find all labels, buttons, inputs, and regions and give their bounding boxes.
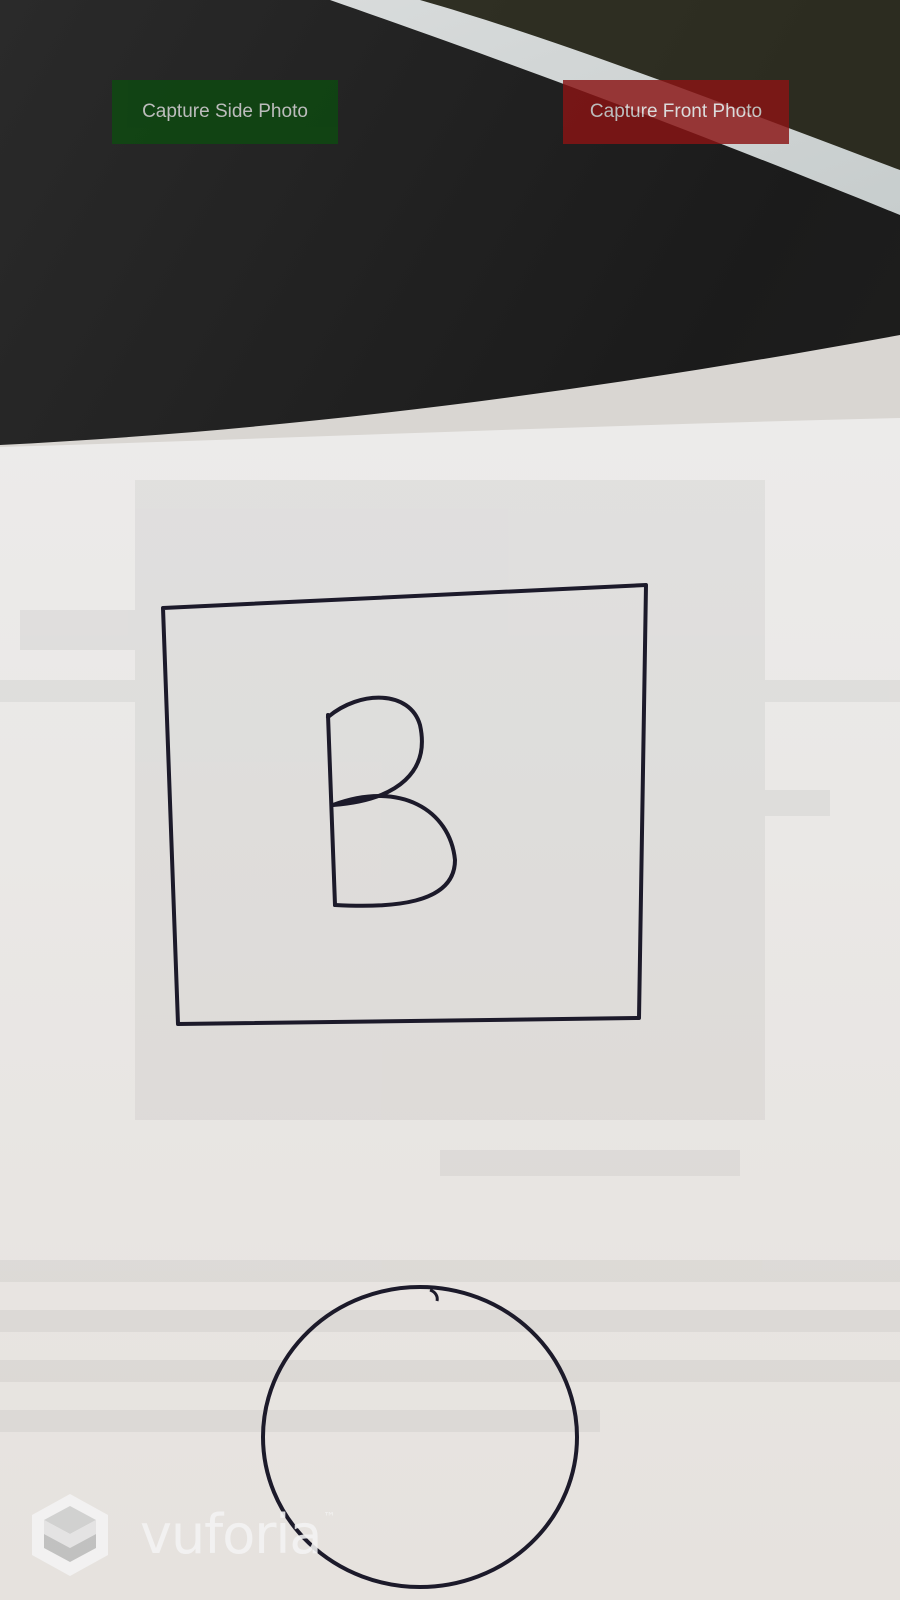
capture-front-photo-button[interactable]: Capture Front Photo: [563, 80, 789, 144]
vuforia-wordmark: vuforia: [140, 1503, 323, 1566]
vuforia-watermark: vuforia ™: [30, 1490, 370, 1580]
trademark-symbol: ™: [323, 1510, 336, 1524]
capture-side-photo-button[interactable]: Capture Side Photo: [112, 80, 338, 144]
camera-view: Capture Side Photo Capture Front Photo v…: [0, 0, 900, 1600]
vuforia-cube-icon: [32, 1494, 108, 1576]
camera-feed: [0, 0, 900, 1600]
